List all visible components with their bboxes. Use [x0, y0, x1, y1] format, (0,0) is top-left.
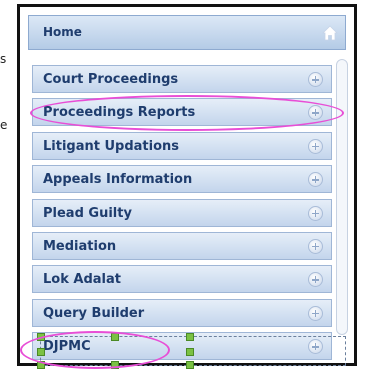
menu-item-label: Proceedings Reports: [43, 105, 196, 121]
resize-handle[interactable]: [186, 348, 194, 356]
menu-item-label: Court Proceedings: [43, 72, 179, 87]
menu-item-label: Plead Guilty: [43, 205, 132, 221]
menu-item-label: Lok Adalat: [43, 272, 121, 288]
menu-list: Court Proceedings Proceedings Reports Li…: [32, 65, 332, 366]
menu-item-litigant-updations[interactable]: Litigant Updations: [32, 131, 332, 160]
expand-icon[interactable]: [308, 272, 323, 288]
resize-handle[interactable]: [37, 348, 45, 356]
selection-outline: [37, 333, 346, 369]
expand-icon[interactable]: [308, 305, 323, 321]
menu-item-mediation[interactable]: Mediation: [32, 231, 332, 260]
menu-item-lok-adalat[interactable]: Lok Adalat: [32, 265, 332, 294]
menu-item-appeals-information[interactable]: Appeals Information: [32, 165, 332, 194]
stray-text: e: [0, 118, 8, 132]
menu-item-query-builder[interactable]: Query Builder: [32, 298, 332, 327]
expand-icon[interactable]: [308, 105, 323, 121]
menu-item-plead-guilty[interactable]: Plead Guilty: [32, 198, 332, 227]
menu-item-court-proceedings[interactable]: Court Proceedings: [32, 65, 332, 93]
resize-handle[interactable]: [186, 361, 194, 369]
menu-item-label: Appeals Information: [43, 172, 193, 188]
resize-handle[interactable]: [186, 333, 194, 341]
scrollbar[interactable]: [336, 59, 348, 335]
menu-item-proceedings-reports[interactable]: Proceedings Reports: [32, 98, 332, 127]
menu-item-label: Litigant Updations: [43, 138, 180, 154]
menu-panel-frame: Home Court Proceedings Proceedings Repor…: [17, 4, 357, 369]
home-label: Home: [43, 25, 82, 39]
menu-item-label: Mediation: [43, 238, 117, 254]
expand-icon[interactable]: [308, 238, 323, 254]
home-icon[interactable]: [321, 24, 339, 42]
menu-item-label: Query Builder: [43, 305, 145, 321]
expand-icon[interactable]: [308, 72, 323, 87]
resize-handle[interactable]: [111, 361, 119, 369]
stray-text: s: [0, 52, 7, 66]
home-menu-item[interactable]: Home: [28, 15, 346, 50]
resize-handle[interactable]: [111, 333, 119, 341]
expand-icon[interactable]: [308, 205, 323, 221]
expand-icon[interactable]: [308, 172, 323, 188]
resize-handle[interactable]: [37, 361, 45, 369]
expand-icon[interactable]: [308, 138, 323, 154]
resize-handle[interactable]: [37, 333, 45, 341]
